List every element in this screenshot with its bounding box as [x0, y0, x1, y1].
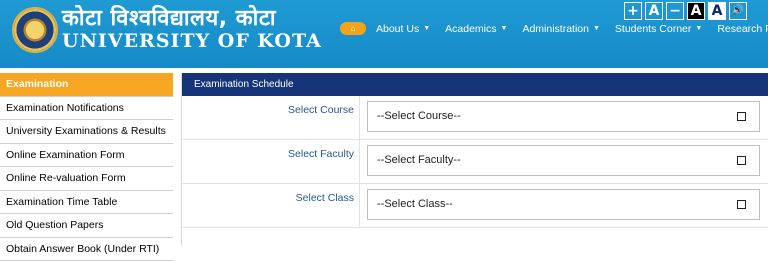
nav-administration[interactable]: Administration ▼ [522, 23, 599, 35]
light-contrast-button[interactable]: A [708, 2, 726, 20]
dropdown-box-icon [737, 200, 746, 209]
sidebar-item-old-question-papers[interactable]: Old Question Papers [0, 214, 173, 238]
decrease-font-button[interactable]: − [666, 2, 684, 20]
nav-research-portal-label: Research Portal [717, 23, 768, 35]
sidebar-item-university-examinations-results[interactable]: University Examinations & Results [0, 120, 173, 144]
row-divider [359, 96, 360, 139]
university-name-english: UNIVERSITY OF KOTA [62, 30, 322, 52]
speaker-icon[interactable]: 🔊 [729, 2, 747, 20]
dropdown-box-icon [737, 156, 746, 165]
nav-about-us[interactable]: About Us ▼ [376, 23, 430, 35]
chevron-down-icon: ▼ [593, 25, 600, 32]
sidebar-item-online-examination-form[interactable]: Online Examination Form [0, 144, 173, 168]
sidebar-item-examination[interactable]: Examination [0, 73, 173, 97]
class-label: Select Class [296, 192, 354, 204]
dropdown-box-icon [737, 112, 746, 121]
nav-students-corner-label: Students Corner [615, 23, 691, 35]
main-navigation: ⌂ About Us ▼ Academics ▼ Administration ▼ S… [340, 22, 768, 35]
class-select-value: --Select Class-- [377, 198, 453, 210]
nav-academics[interactable]: Academics ▼ [445, 23, 507, 35]
faculty-select[interactable]: --Select Faculty-- [367, 145, 760, 176]
course-select-value: --Select Course-- [377, 110, 461, 122]
row-divider [359, 140, 360, 183]
nav-students-corner[interactable]: Students Corner ▼ [615, 23, 702, 35]
nav-research-portal[interactable]: Research Portal [717, 23, 768, 35]
increase-font-button[interactable]: + [624, 2, 642, 20]
chevron-down-icon: ▼ [423, 25, 430, 32]
class-select[interactable]: --Select Class-- [367, 189, 760, 220]
sidebar-item-online-revaluation-form[interactable]: Online Re-valuation Form [0, 167, 173, 191]
faculty-label: Select Faculty [288, 148, 354, 160]
course-label: Select Course [288, 104, 354, 116]
nav-about-us-label: About Us [376, 23, 419, 35]
dark-contrast-button[interactable]: A [687, 2, 705, 20]
row-divider [359, 184, 360, 227]
nav-administration-label: Administration [522, 23, 589, 35]
sidebar: Examination Examination Notifications Un… [0, 73, 173, 261]
sidebar-item-examination-notifications[interactable]: Examination Notifications [0, 97, 173, 121]
university-logo[interactable] [12, 7, 58, 53]
class-row: Select Class --Select Class-- [182, 184, 768, 228]
normal-font-button[interactable]: A [645, 2, 663, 20]
course-row: Select Course --Select Course-- [182, 96, 768, 140]
faculty-row: Select Faculty --Select Faculty-- [182, 140, 768, 184]
course-select[interactable]: --Select Course-- [367, 101, 760, 132]
accessibility-toolbar: + A − A A 🔊 [624, 2, 747, 20]
site-header: कोटा विश्वविद्यालय, कोटा UNIVERSITY OF K… [0, 0, 768, 68]
university-name-hindi: कोटा विश्वविद्यालय, कोटा [62, 2, 276, 32]
sidebar-item-examination-time-table[interactable]: Examination Time Table [0, 191, 173, 215]
chevron-down-icon: ▼ [695, 25, 702, 32]
examination-schedule-panel: Examination Schedule Select Course --Sel… [181, 73, 768, 245]
faculty-select-value: --Select Faculty-- [377, 154, 461, 166]
sidebar-item-obtain-answer-book[interactable]: Obtain Answer Book (Under RTI) [0, 238, 173, 261]
home-icon[interactable]: ⌂ [340, 22, 366, 35]
chevron-down-icon: ▼ [501, 25, 508, 32]
panel-title: Examination Schedule [182, 73, 768, 96]
nav-academics-label: Academics [445, 23, 496, 35]
